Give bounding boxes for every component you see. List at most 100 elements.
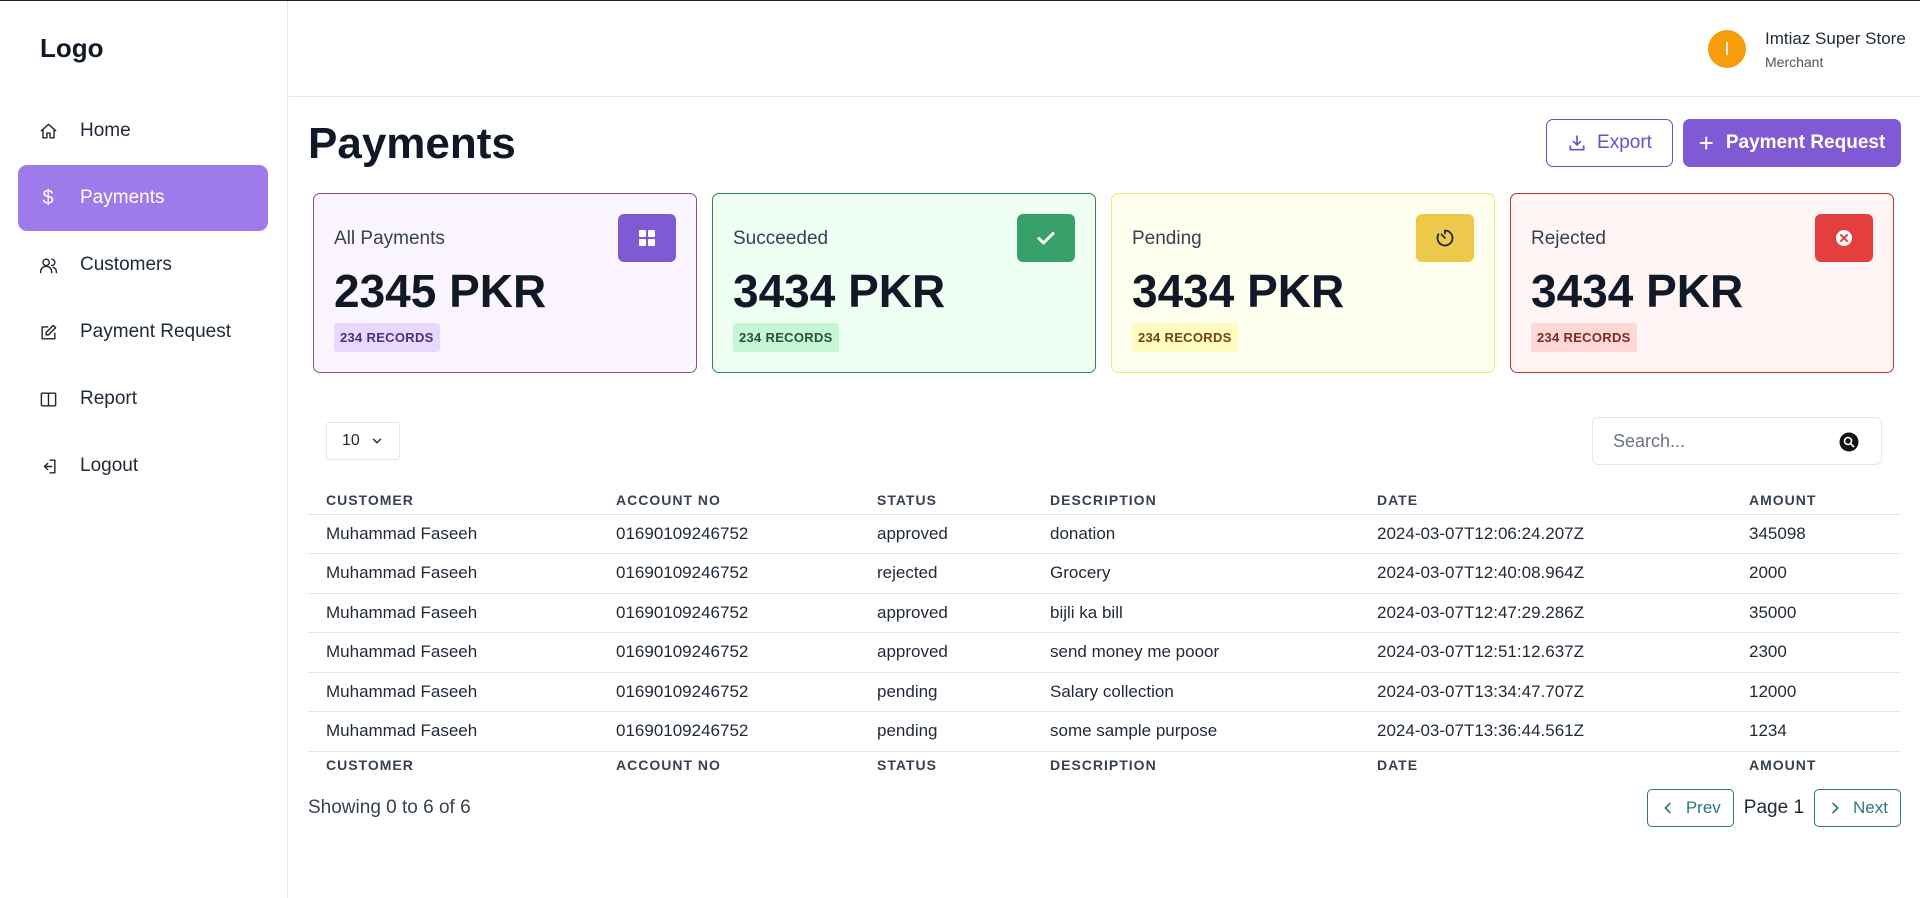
logo: Logo — [40, 33, 104, 63]
search-box — [1592, 417, 1882, 465]
table-row[interactable]: Muhammad Faseeh 01690109246752 approved … — [308, 632, 1901, 673]
user-role: Merchant — [1765, 54, 1824, 70]
sidebar-item-label: Report — [80, 388, 138, 409]
column-footer-date: DATE — [1377, 757, 1419, 774]
column-footer-customer: CUSTOMER — [326, 757, 414, 774]
cell-customer: Muhammad Faseeh — [308, 593, 598, 633]
cell-status: approved — [859, 632, 1032, 673]
cell-date: 2024-03-07T12:51:12.637Z — [1359, 632, 1731, 673]
card-value: 3434 PKR — [1531, 265, 1744, 317]
table-row[interactable]: Muhammad Faseeh 01690109246752 pending s… — [308, 711, 1901, 752]
prev-button[interactable]: Prev — [1646, 789, 1734, 827]
plus-icon: + — [1698, 128, 1714, 158]
export-label: Export — [1597, 132, 1652, 153]
page-indicator: Page 1 — [1743, 797, 1805, 818]
cell-date: 2024-03-07T12:47:29.286Z — [1359, 593, 1731, 633]
column-footer-amount: AMOUNT — [1749, 757, 1817, 774]
column-header-status[interactable]: STATUS — [859, 482, 1032, 515]
card-label: All Payments — [334, 228, 445, 249]
payment-request-button[interactable]: + Payment Request — [1683, 119, 1901, 167]
sidebar-item-label: Payments — [80, 187, 165, 208]
cell-customer: Muhammad Faseeh — [308, 632, 598, 673]
cell-account-no: 01690109246752 — [598, 672, 859, 712]
column-footer-description: DESCRIPTION — [1050, 757, 1157, 774]
column-footer-account-no: ACCOUNT NO — [616, 757, 721, 774]
card-label: Rejected — [1531, 228, 1606, 249]
cell-description: donation — [1032, 514, 1359, 554]
table-footer-row: CUSTOMER ACCOUNT NO STATUS DESCRIPTION D… — [308, 751, 1901, 779]
pagination: Prev Page 1 Next — [1646, 789, 1901, 827]
chevron-right-icon — [1832, 802, 1839, 814]
cell-date: 2024-03-07T12:40:08.964Z — [1359, 553, 1731, 594]
grid-icon — [618, 214, 676, 262]
cell-date: 2024-03-07T13:34:47.707Z — [1359, 672, 1731, 712]
cell-description: some sample purpose — [1032, 711, 1359, 752]
column-header-account-no[interactable]: ACCOUNT NO — [598, 482, 859, 515]
search-icon[interactable] — [1839, 432, 1859, 452]
sidebar-item-customers[interactable]: Customers — [18, 232, 268, 298]
payment-request-label: Payment Request — [1725, 132, 1886, 153]
next-label: Next — [1853, 798, 1888, 817]
column-header-date[interactable]: DATE — [1359, 482, 1731, 515]
timer-icon — [1416, 214, 1474, 262]
edit-icon — [38, 322, 58, 342]
column-footer-status: STATUS — [877, 757, 937, 774]
table-row[interactable]: Muhammad Faseeh 01690109246752 approved … — [308, 593, 1901, 633]
table-row[interactable]: Muhammad Faseeh 01690109246752 pending S… — [308, 672, 1901, 712]
cell-status: pending — [859, 711, 1032, 752]
sidebar-item-label: Customers — [80, 254, 172, 275]
cell-description: bijli ka bill — [1032, 593, 1359, 633]
cell-description: send money me pooor — [1032, 632, 1359, 673]
card-label: Pending — [1132, 228, 1202, 249]
cell-account-no: 01690109246752 — [598, 632, 859, 673]
card-label: Succeeded — [733, 228, 829, 249]
chevron-left-icon — [1664, 802, 1671, 814]
cell-account-no: 01690109246752 — [598, 711, 859, 752]
column-header-customer[interactable]: CUSTOMER — [308, 482, 598, 515]
card-pending: Pending 3434 PKR 234 RECORDS — [1111, 193, 1495, 373]
payments-table: CUSTOMER ACCOUNT NO STATUS DESCRIPTION D… — [308, 482, 1901, 779]
cell-date: 2024-03-07T12:06:24.207Z — [1359, 514, 1731, 554]
cell-description: Salary collection — [1032, 672, 1359, 712]
check-icon — [1017, 214, 1075, 262]
table-row[interactable]: Muhammad Faseeh 01690109246752 approved … — [308, 514, 1901, 554]
cell-amount: 12000 — [1731, 672, 1901, 712]
next-button[interactable]: Next — [1814, 789, 1901, 827]
home-icon — [38, 121, 58, 141]
cell-amount: 35000 — [1731, 593, 1901, 633]
card-badge: 234 RECORDS — [1132, 323, 1238, 352]
table-header-row: CUSTOMER ACCOUNT NO STATUS DESCRIPTION D… — [308, 482, 1901, 515]
avatar[interactable]: I — [1708, 30, 1746, 68]
sidebar-item-payment-request[interactable]: Payment Request — [18, 299, 268, 365]
card-value: 2345 PKR — [334, 265, 547, 317]
download-icon — [1569, 135, 1585, 151]
sidebar: Logo Home $ Payments Customers Payment R… — [0, 1, 288, 898]
sidebar-item-payments[interactable]: $ Payments — [18, 165, 268, 231]
card-succeeded: Succeeded 3434 PKR 234 RECORDS — [712, 193, 1096, 373]
cell-amount: 2300 — [1731, 632, 1901, 673]
card-badge: 234 RECORDS — [1531, 323, 1637, 352]
card-all-payments: All Payments 2345 PKR 234 RECORDS — [313, 193, 697, 373]
cell-status: pending — [859, 672, 1032, 712]
sidebar-item-home[interactable]: Home — [18, 98, 268, 164]
cell-amount: 345098 — [1731, 514, 1901, 554]
cell-status: approved — [859, 514, 1032, 554]
export-button[interactable]: Export — [1546, 119, 1673, 167]
cell-status: rejected — [859, 553, 1032, 594]
card-value: 3434 PKR — [1132, 265, 1345, 317]
column-header-description[interactable]: DESCRIPTION — [1032, 482, 1359, 515]
cell-date: 2024-03-07T13:36:44.561Z — [1359, 711, 1731, 752]
sidebar-nav: Home $ Payments Customers Payment Reques… — [18, 98, 268, 500]
sidebar-item-report[interactable]: Report — [18, 366, 268, 432]
page-size-select[interactable]: 10 — [326, 422, 400, 460]
search-input[interactable] — [1613, 430, 1843, 452]
cell-account-no: 01690109246752 — [598, 514, 859, 554]
sidebar-item-logout[interactable]: Logout — [18, 433, 268, 499]
prev-label: Prev — [1685, 798, 1721, 817]
cell-amount: 1234 — [1731, 711, 1901, 752]
column-header-amount[interactable]: AMOUNT — [1731, 482, 1901, 515]
sidebar-item-label: Home — [80, 120, 131, 141]
table-row[interactable]: Muhammad Faseeh 01690109246752 rejected … — [308, 553, 1901, 594]
card-value: 3434 PKR — [733, 265, 946, 317]
x-circle-icon — [1815, 214, 1873, 262]
